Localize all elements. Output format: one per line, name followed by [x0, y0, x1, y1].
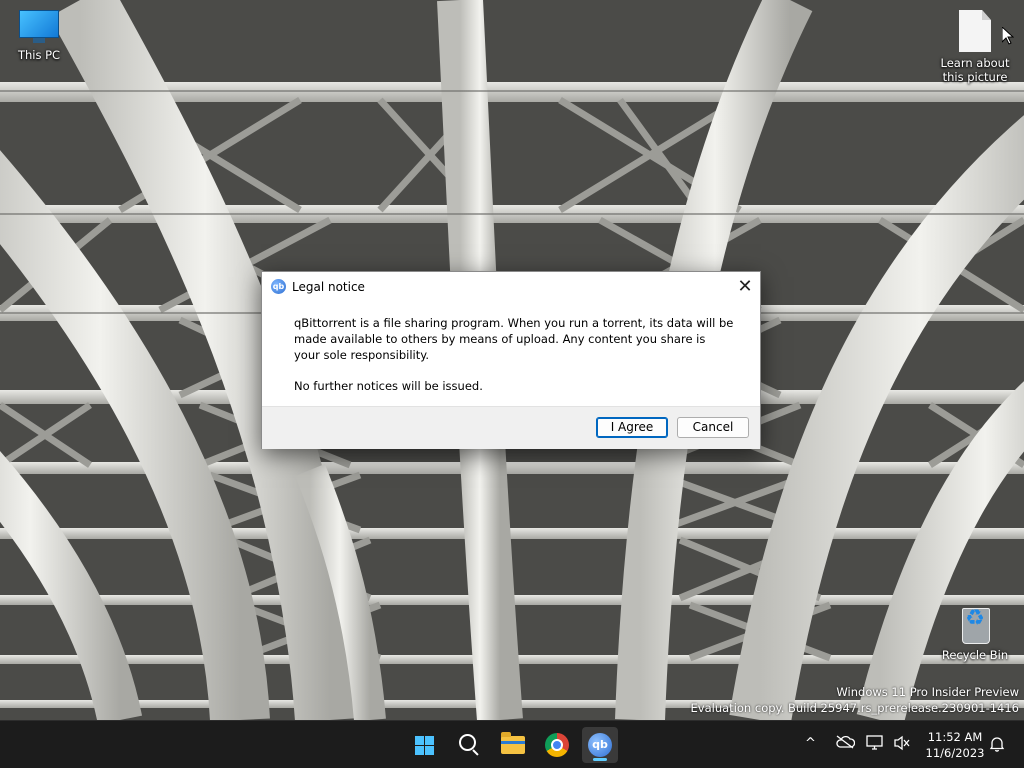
desktop-icon-label-line2: this picture [942, 70, 1008, 84]
onedrive-offline-icon[interactable] [835, 735, 856, 754]
desktop-icon-label: This PC [17, 48, 61, 62]
taskbar: qb ^ 11:52 AM 11/6/2023 [0, 720, 1024, 768]
close-icon[interactable]: ✕ [730, 272, 760, 302]
recycle-bin-icon: ♻ [957, 604, 993, 644]
file-explorer-button[interactable] [495, 727, 531, 763]
qbittorrent-icon: qb [588, 733, 612, 757]
show-hidden-icons-chevron-icon[interactable]: ^ [805, 735, 816, 753]
folder-icon [501, 732, 525, 754]
desktop-icon-label-line1: Learn about [940, 56, 1010, 70]
clock-time: 11:52 AM [927, 730, 983, 744]
watermark-line2: Evaluation copy. Build 25947.rs_prerelea… [690, 701, 1019, 715]
dialog-body: qBittorrent is a file sharing program. W… [262, 302, 760, 406]
search-icon [459, 734, 476, 751]
active-app-indicator [593, 758, 607, 761]
clock[interactable]: 11:52 AM 11/6/2023 [915, 729, 995, 761]
document-icon [959, 10, 991, 52]
qbittorrent-taskbar-button[interactable]: qb [582, 727, 618, 763]
os-watermark: Windows 11 Pro Insider Preview Evaluatio… [691, 684, 1019, 716]
clock-date: 11/6/2023 [925, 746, 985, 760]
this-pc-icon [19, 10, 59, 44]
dialog-button-row: I Agree Cancel [262, 406, 760, 449]
chrome-icon [545, 733, 569, 757]
dialog-title: Legal notice [292, 280, 365, 294]
qbittorrent-icon: qb [271, 279, 286, 294]
windows-logo-icon [415, 736, 434, 755]
chrome-button[interactable] [539, 727, 575, 763]
cancel-button[interactable]: Cancel [677, 417, 749, 438]
desktop-icon-this-pc[interactable]: This PC [1, 10, 77, 62]
desktop-icon-label: Recycle Bin [941, 648, 1009, 662]
i-agree-button[interactable]: I Agree [596, 417, 668, 438]
start-button[interactable] [406, 727, 442, 763]
dialog-titlebar[interactable]: qb Legal notice ✕ [262, 272, 760, 302]
watermark-line1: Windows 11 Pro Insider Preview [836, 685, 1019, 699]
desktop-icon-recycle-bin[interactable]: ♻ Recycle Bin [937, 604, 1013, 663]
no-further-notices-text: No further notices will be issued. [294, 379, 483, 393]
legal-notice-message: qBittorrent is a file sharing program. W… [294, 316, 734, 362]
notification-bell-icon[interactable] [989, 736, 1005, 756]
search-button[interactable] [450, 727, 486, 763]
desktop-icon-learn-about-this-picture[interactable]: Learn about this picture [937, 10, 1013, 84]
network-icon[interactable] [866, 735, 884, 756]
legal-notice-dialog: qb Legal notice ✕ qBittorrent is a file … [261, 271, 761, 449]
volume-muted-icon[interactable] [893, 735, 911, 756]
